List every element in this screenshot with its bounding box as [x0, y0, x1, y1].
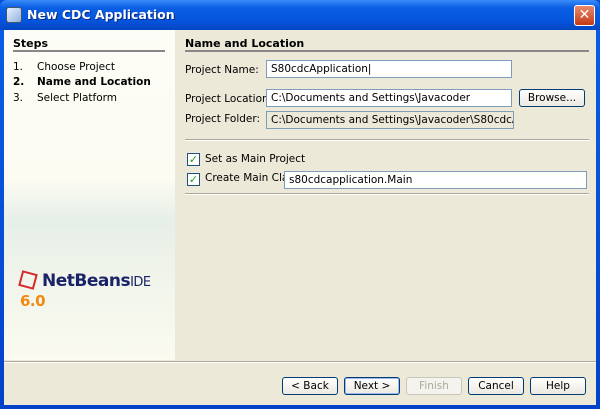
main-class-input[interactable]: s80cdcapplication.Main	[284, 171, 587, 189]
next-button[interactable]: Next >	[344, 377, 400, 395]
cancel-button[interactable]: Cancel	[468, 377, 524, 395]
logo-brand: NetBeans	[42, 271, 131, 291]
project-folder-field: C:\Documents and Settings\Javacoder\S80c…	[266, 111, 514, 129]
divider	[4, 361, 596, 363]
netbeans-logo: NetBeansIDE 6.0	[18, 270, 175, 311]
step-label: Select Platform	[37, 92, 118, 104]
back-button[interactable]: < Back	[282, 377, 338, 395]
step-item-current: 2. Name and Location	[13, 76, 151, 88]
step-number: 1.	[13, 61, 24, 73]
step-number: 2.	[13, 76, 25, 88]
logo-ide: IDE	[130, 275, 151, 290]
set-main-project-label[interactable]: Set as Main Project	[205, 153, 305, 165]
project-name-input[interactable]: S80cdcApplication|	[266, 60, 512, 78]
step-label: Choose Project	[37, 61, 116, 73]
browse-button[interactable]: Browse...	[519, 89, 585, 107]
divider	[185, 139, 589, 141]
project-name-value: S80cdcApplication	[271, 63, 368, 75]
project-location-input[interactable]: C:\Documents and Settings\Javacoder	[266, 89, 512, 107]
divider	[13, 50, 165, 52]
app-icon	[6, 7, 22, 23]
title-bar: New CDC Application ✕	[0, 0, 600, 30]
panel-heading: Name and Location	[185, 37, 305, 50]
finish-button[interactable]: Finish	[406, 377, 462, 395]
logo-version: 6.0	[20, 292, 46, 310]
step-number: 3.	[13, 92, 24, 104]
close-button[interactable]: ✕	[574, 5, 595, 26]
project-location-label: Project Location:	[185, 93, 273, 105]
divider	[185, 193, 589, 195]
steps-heading: Steps	[13, 37, 49, 50]
help-button[interactable]: Help	[530, 377, 586, 395]
step-item: 3. Select Platform	[13, 92, 117, 104]
step-label: Name and Location	[37, 76, 151, 88]
step-item: 1. Choose Project	[13, 61, 115, 73]
set-main-project-checkbox[interactable]: ✓	[187, 153, 200, 166]
steps-panel: Steps 1. Choose Project 2. Name and Locati…	[4, 30, 175, 360]
dialog-window: New CDC Application ✕ Steps 1. Choose Pro…	[0, 0, 600, 409]
netbeans-cube-icon	[18, 270, 38, 290]
create-main-class-checkbox[interactable]: ✓	[187, 173, 200, 186]
project-name-label: Project Name:	[185, 64, 259, 76]
project-folder-label: Project Folder:	[185, 113, 261, 125]
window-title: New CDC Application	[27, 7, 175, 22]
divider	[185, 50, 589, 52]
